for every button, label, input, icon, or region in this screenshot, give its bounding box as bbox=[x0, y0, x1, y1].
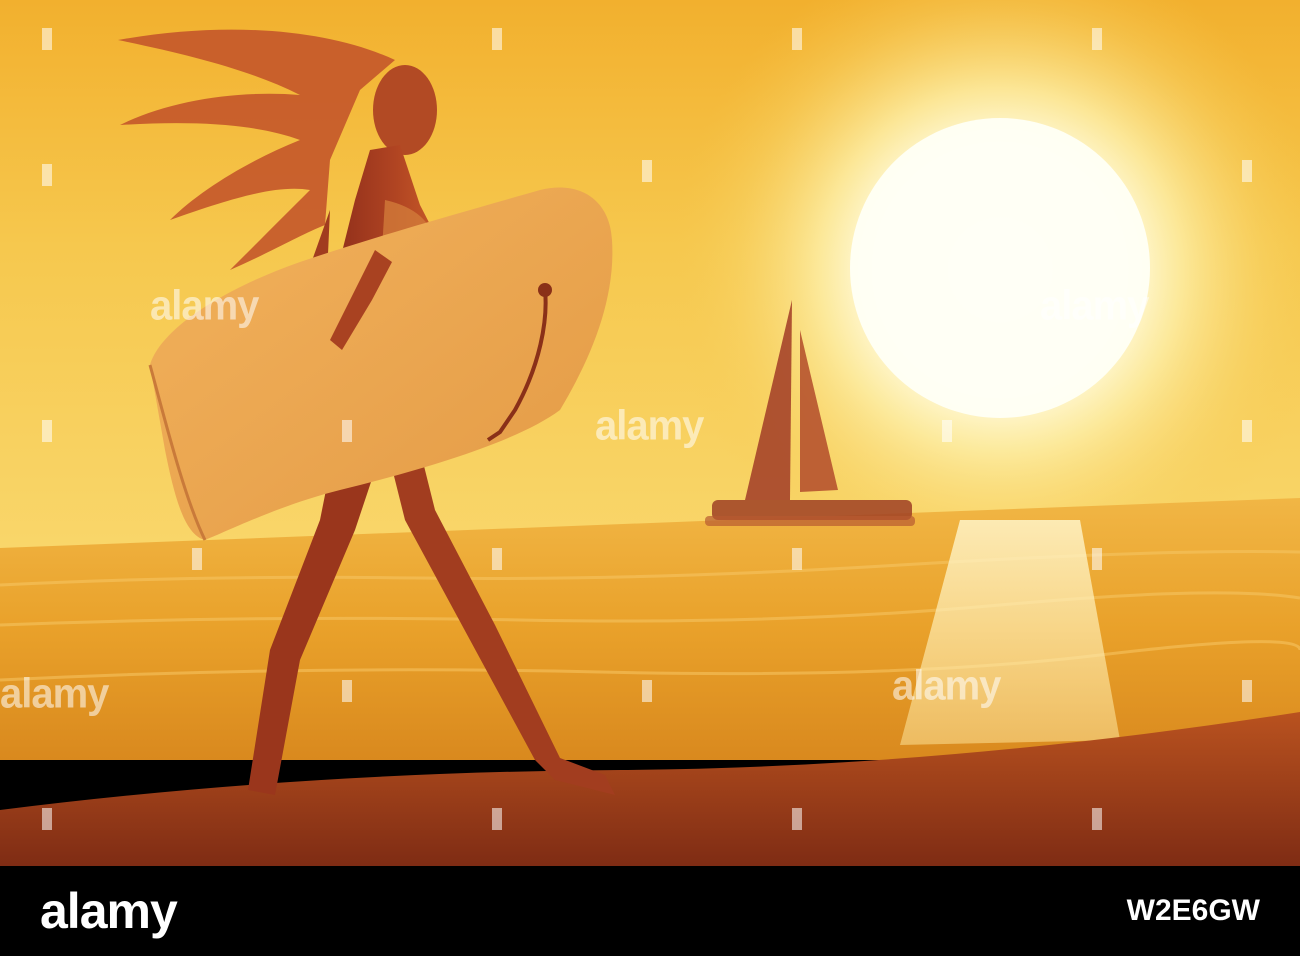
watermark-mark bbox=[942, 420, 952, 442]
watermark-mark bbox=[192, 548, 202, 570]
watermark-mark bbox=[492, 548, 502, 570]
watermark-text: alamy bbox=[1040, 282, 1149, 330]
alamy-logo: alamy bbox=[40, 883, 178, 939]
image-id: W2E6GW bbox=[1126, 894, 1260, 927]
watermark-mark bbox=[792, 548, 802, 570]
watermark-mark bbox=[492, 28, 502, 50]
watermark-mark bbox=[42, 420, 52, 442]
watermark-mark bbox=[1242, 420, 1252, 442]
watermark-mark bbox=[342, 420, 352, 442]
photo-page: alamy alamy alamy alamy alamy alamy W2E6… bbox=[0, 0, 1300, 956]
watermark-mark bbox=[642, 680, 652, 702]
watermark-mark bbox=[492, 808, 502, 830]
watermark-text: alamy bbox=[892, 662, 1001, 710]
watermark-mark bbox=[792, 28, 802, 50]
footer-bar: alamy W2E6GW bbox=[0, 866, 1300, 956]
watermark-mark bbox=[42, 808, 52, 830]
watermark-mark bbox=[1242, 680, 1252, 702]
beach-sunset-photo: alamy alamy alamy alamy alamy bbox=[0, 0, 1300, 866]
watermark-text: alamy bbox=[595, 402, 704, 450]
watermark-mark bbox=[1092, 808, 1102, 830]
watermark-text: alamy bbox=[150, 282, 259, 330]
watermark-text: alamy bbox=[0, 670, 109, 718]
watermark-mark bbox=[642, 160, 652, 182]
watermark-mark bbox=[792, 808, 802, 830]
watermark-mark bbox=[42, 164, 52, 186]
watermark-mark bbox=[42, 28, 52, 50]
watermark-mark bbox=[1242, 160, 1252, 182]
sun bbox=[850, 118, 1150, 418]
watermark-mark bbox=[342, 680, 352, 702]
watermark-mark bbox=[1092, 28, 1102, 50]
watermark-mark bbox=[1092, 548, 1102, 570]
